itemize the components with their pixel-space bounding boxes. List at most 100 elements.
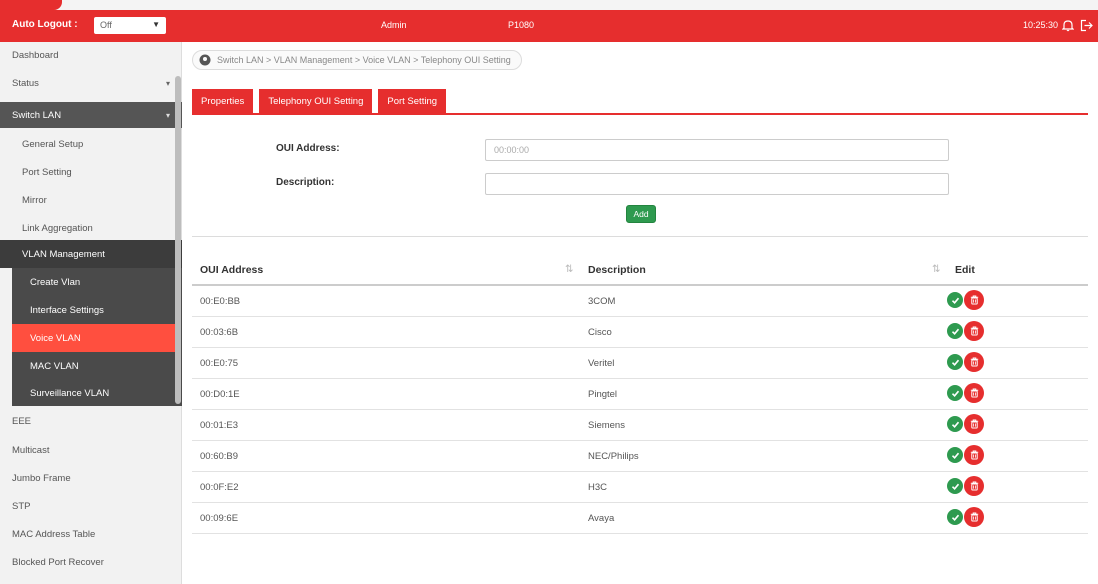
oui-address-label: OUI Address: <box>276 143 340 154</box>
sidebar-item-jumbo-frame[interactable]: Jumbo Frame <box>0 464 182 492</box>
sidebar-item-label: Link Aggregation <box>22 222 93 234</box>
edit-cell <box>947 290 984 310</box>
sidebar-item-general-setup[interactable]: General Setup <box>0 130 182 158</box>
sidebar-item-label: Surveillance VLAN <box>30 387 110 399</box>
device-model: P1080 <box>508 20 535 30</box>
description-cell: H3C <box>588 482 608 493</box>
check-icon[interactable] <box>947 447 963 463</box>
check-icon[interactable] <box>947 478 963 494</box>
add-button[interactable]: Add <box>626 205 656 223</box>
sidebar-item-multicast[interactable]: Multicast <box>0 436 182 464</box>
table-row: 00:03:6B Cisco <box>192 317 1088 348</box>
trash-icon[interactable] <box>964 321 984 341</box>
tab-label: Port Setting <box>387 95 438 107</box>
sidebar-item-label: Port Setting <box>22 166 72 178</box>
description-cell: Siemens <box>588 420 625 431</box>
description-cell: Veritel <box>588 358 615 369</box>
auto-logout-label: Auto Logout : <box>12 19 78 30</box>
sidebar-item-dashboard[interactable]: Dashboard <box>0 42 182 68</box>
auto-logout-select[interactable]: Off ▼ <box>94 17 166 34</box>
oui-cell: 00:09:6E <box>200 513 239 524</box>
trash-icon[interactable] <box>964 383 984 403</box>
trash-icon[interactable] <box>964 507 984 527</box>
tab-underline <box>192 113 1088 115</box>
tab-properties[interactable]: Properties <box>192 89 254 113</box>
edit-cell <box>947 445 984 465</box>
sidebar-item-port-setting[interactable]: Port Setting <box>0 158 182 186</box>
sidebar-item-label: Create Vlan <box>30 276 81 288</box>
check-icon[interactable] <box>947 323 963 339</box>
sidebar-item-blocked-port-recover[interactable]: Blocked Port Recover <box>0 548 182 576</box>
table-row: 00:E0:BB 3COM <box>192 286 1088 317</box>
top-strip-tab <box>0 0 62 10</box>
table-row: 00:0F:E2 H3C <box>192 472 1088 503</box>
sidebar-item-voice-vlan[interactable]: Voice VLAN <box>12 324 180 352</box>
user-name: Admin <box>381 20 407 30</box>
sidebar-scrollbar[interactable] <box>175 76 181 404</box>
breadcrumb: Switch LAN > VLAN Management > Voice VLA… <box>192 50 522 70</box>
edit-cell <box>947 352 984 372</box>
table-row: 00:09:6E Avaya <box>192 503 1088 534</box>
sidebar-item-mac-vlan[interactable]: MAC VLAN <box>0 352 182 380</box>
column-header-description[interactable]: Description <box>588 264 646 276</box>
trash-icon[interactable] <box>964 445 984 465</box>
description-label: Description: <box>276 177 335 188</box>
table-row: 00:E0:75 Veritel <box>192 348 1088 379</box>
edit-cell <box>947 414 984 434</box>
trash-icon[interactable] <box>964 476 984 496</box>
check-icon[interactable] <box>947 354 963 370</box>
table-row: 00:D0:1E Pingtel <box>192 379 1088 410</box>
description-cell: 3COM <box>588 296 616 307</box>
sidebar-item-mirror[interactable]: Mirror <box>0 186 182 214</box>
sidebar-item-stp[interactable]: STP <box>0 492 182 520</box>
sidebar-item-vlan-management[interactable]: VLAN Management <box>0 240 182 268</box>
trash-icon[interactable] <box>964 414 984 434</box>
chevron-down-icon: ▾ <box>165 78 170 88</box>
description-cell: Avaya <box>588 513 615 524</box>
clock: 10:25:30 <box>1022 20 1058 30</box>
sidebar-item-interface-settings[interactable]: Interface Settings <box>0 296 182 324</box>
sidebar-item-switch-lan[interactable]: Switch LAN ▾ <box>0 102 182 128</box>
sidebar-item-label: Interface Settings <box>30 304 104 316</box>
sidebar-item-link-aggregation[interactable]: Link Aggregation <box>0 214 182 242</box>
tab-telephony-oui-setting[interactable]: Telephony OUI Setting <box>259 89 373 113</box>
check-icon[interactable] <box>947 385 963 401</box>
column-header-oui[interactable]: OUI Address <box>200 264 263 276</box>
description-cell: Cisco <box>588 327 612 338</box>
sort-icon[interactable]: ⇅ <box>932 264 940 275</box>
logout-icon[interactable] <box>1078 16 1094 34</box>
auto-logout-value: Off <box>100 20 112 30</box>
tab-label: Properties <box>201 95 245 107</box>
trash-icon[interactable] <box>964 290 984 310</box>
top-strip <box>0 0 1098 10</box>
tab-port-setting[interactable]: Port Setting <box>378 89 447 113</box>
sidebar-item-label: Dashboard <box>12 49 59 61</box>
sidebar-item-surveillance-vlan[interactable]: Surveillance VLAN <box>0 380 182 406</box>
sort-icon[interactable]: ⇅ <box>565 264 573 275</box>
column-header-edit: Edit <box>955 264 975 276</box>
sidebar: Dashboard Status ▾ Switch LAN ▾ General Se… <box>0 42 182 584</box>
sidebar-item-mac-address-table[interactable]: MAC Address Table <box>0 520 182 548</box>
check-icon[interactable] <box>947 416 963 432</box>
check-icon[interactable] <box>947 509 963 525</box>
sidebar-item-eee[interactable]: EEE <box>0 406 182 436</box>
sidebar-item-status[interactable]: Status ▾ <box>0 68 182 98</box>
sidebar-item-label: MAC VLAN <box>30 360 79 372</box>
pin-icon <box>199 54 211 66</box>
trash-icon[interactable] <box>964 352 984 372</box>
sidebar-item-label: Multicast <box>12 444 50 456</box>
oui-address-input[interactable] <box>485 139 949 161</box>
sidebar-item-label: Voice VLAN <box>30 332 81 344</box>
oui-cell: 00:60:B9 <box>200 451 239 462</box>
breadcrumb-text: Switch LAN > VLAN Management > Voice VLA… <box>217 55 511 65</box>
form-divider <box>192 236 1088 237</box>
oui-cell: 00:03:6B <box>200 327 239 338</box>
check-icon[interactable] <box>947 292 963 308</box>
sidebar-item-create-vlan[interactable]: Create Vlan <box>0 268 182 296</box>
sidebar-item-label: Status <box>12 77 39 89</box>
oui-cell: 00:D0:1E <box>200 389 240 400</box>
description-input[interactable] <box>485 173 949 195</box>
sidebar-item-label: Blocked Port Recover <box>12 556 104 568</box>
header-bar: Auto Logout : Off ▼ Admin P1080 10:25:30 <box>0 10 1098 42</box>
bell-icon[interactable] <box>1060 16 1076 34</box>
